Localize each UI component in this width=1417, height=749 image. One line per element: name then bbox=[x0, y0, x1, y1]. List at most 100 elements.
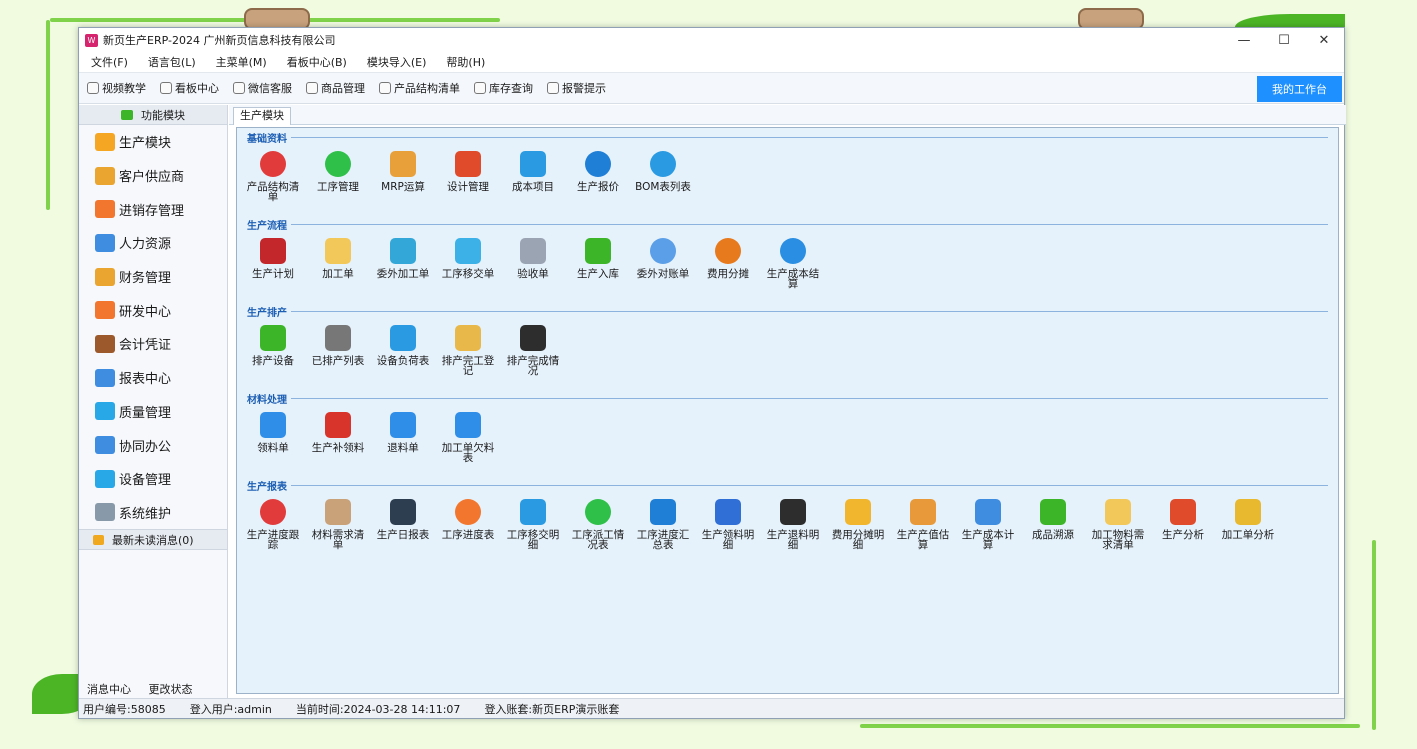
module-shortcut[interactable]: MRP运算 bbox=[373, 145, 433, 192]
icon-row: 生产进度跟踪 材料需求清单 生产日报表 工序进度表 工序移交明细 工序派工情况表 工序进度汇… bbox=[247, 493, 1328, 553]
module-shortcut[interactable]: 工序进度表 bbox=[438, 493, 498, 540]
unread-messages[interactable]: 最新未读消息(0) bbox=[79, 529, 227, 551]
module-shortcut[interactable]: 委外对账单 bbox=[633, 232, 693, 279]
toolbar-product-management[interactable]: 商品管理 bbox=[306, 80, 365, 96]
module-shortcut-icon bbox=[260, 238, 286, 264]
status-user: 登入用户:admin bbox=[189, 702, 272, 716]
module-shortcut[interactable]: 生产产值估算 bbox=[893, 493, 953, 550]
maximize-button[interactable]: ☐ bbox=[1264, 33, 1304, 48]
module-shortcut[interactable]: 退料单 bbox=[373, 406, 433, 453]
module-shortcut[interactable]: 已排产列表 bbox=[308, 319, 368, 366]
module-shortcut[interactable]: 工序管理 bbox=[308, 145, 368, 192]
module-shortcut[interactable]: 费用分摊 bbox=[698, 232, 758, 279]
module-shortcut[interactable]: 领料单 bbox=[243, 406, 303, 453]
module-shortcut[interactable]: 生产入库 bbox=[568, 232, 628, 279]
module-shortcut[interactable]: 排产完成情况 bbox=[503, 319, 563, 376]
close-button[interactable]: ✕ bbox=[1304, 33, 1344, 48]
section-title: 材料处理 bbox=[247, 391, 1328, 406]
sidebar-item[interactable]: 报表中心 bbox=[79, 361, 227, 395]
module-shortcut[interactable]: 产品结构清单 bbox=[243, 145, 303, 202]
module-shortcut-label: 费用分摊明细 bbox=[831, 529, 885, 551]
module-shortcut-label: 材料需求清单 bbox=[311, 529, 365, 551]
module-shortcut[interactable]: 排产完工登记 bbox=[438, 319, 498, 376]
icon-row: 生产计划 加工单 委外加工单 工序移交单 验收单 生产入库 委外对账单 费用分摊 生产成本结算 bbox=[247, 232, 1328, 292]
module-shortcut-icon bbox=[845, 499, 871, 525]
module-shortcut[interactable]: BOM表列表 bbox=[633, 145, 693, 192]
module-shortcut[interactable]: 加工单 bbox=[308, 232, 368, 279]
module-icon bbox=[95, 436, 115, 455]
module-shortcut[interactable]: 生产退料明细 bbox=[763, 493, 823, 550]
module-shortcut-label: 生产领料明细 bbox=[701, 529, 755, 551]
module-shortcut[interactable]: 生产补领料 bbox=[308, 406, 368, 453]
module-shortcut[interactable]: 工序移交单 bbox=[438, 232, 498, 279]
module-shortcut[interactable]: 生产报价 bbox=[568, 145, 628, 192]
module-shortcut[interactable]: 生产日报表 bbox=[373, 493, 433, 540]
sidebar-item[interactable]: 设备管理 bbox=[79, 462, 227, 496]
module-shortcut[interactable]: 生产计划 bbox=[243, 232, 303, 279]
menu-language[interactable]: 语言包(L) bbox=[148, 54, 196, 70]
module-shortcut-icon bbox=[975, 499, 1001, 525]
module-shortcut[interactable]: 设计管理 bbox=[438, 145, 498, 192]
sidebar-bottom-links: 消息中心 更改状态 bbox=[87, 681, 207, 697]
menu-board[interactable]: 看板中心(B) bbox=[287, 54, 347, 70]
module-icon bbox=[95, 469, 115, 488]
toolbar-bom-list[interactable]: 产品结构清单 bbox=[379, 80, 460, 96]
module-shortcut[interactable]: 排产设备 bbox=[243, 319, 303, 366]
message-center-link[interactable]: 消息中心 bbox=[87, 683, 131, 696]
module-shortcut[interactable]: 生产成本结算 bbox=[763, 232, 823, 289]
status-bar: 用户编号:58085 登入用户:admin 当前时间:2024-03-28 14… bbox=[79, 698, 1344, 718]
sidebar-item[interactable]: 客户供应商 bbox=[79, 159, 227, 193]
menu-file[interactable]: 文件(F) bbox=[91, 54, 128, 70]
sidebar-item[interactable]: 质量管理 bbox=[79, 395, 227, 429]
sidebar-item-label: 设备管理 bbox=[119, 473, 172, 489]
menu-main[interactable]: 主菜单(M) bbox=[216, 54, 267, 70]
toolbar-board-center[interactable]: 看板中心 bbox=[160, 80, 219, 96]
module-shortcut-icon bbox=[260, 151, 286, 177]
module-shortcut-label: 成品溯源 bbox=[1032, 529, 1074, 541]
toolbar-wechat-service[interactable]: 微信客服 bbox=[233, 80, 292, 96]
module-shortcut[interactable]: 生产成本计算 bbox=[958, 493, 1018, 550]
module-shortcut[interactable]: 成品溯源 bbox=[1023, 493, 1083, 540]
module-shortcut[interactable]: 生产领料明细 bbox=[698, 493, 758, 550]
module-shortcut[interactable]: 验收单 bbox=[503, 232, 563, 279]
module-shortcut-icon bbox=[455, 238, 481, 264]
sidebar-item[interactable]: 会计凭证 bbox=[79, 327, 227, 361]
sidebar-item[interactable]: 研发中心 bbox=[79, 293, 227, 327]
module-shortcut-label: 生产成本结算 bbox=[766, 268, 820, 290]
module-shortcut[interactable]: 工序进度汇总表 bbox=[633, 493, 693, 550]
module-shortcut[interactable]: 设备负荷表 bbox=[373, 319, 433, 366]
window-controls: — ☐ ✕ bbox=[1224, 33, 1344, 48]
tab-production-module[interactable]: 生产模块 bbox=[233, 107, 291, 125]
module-shortcut[interactable]: 委外加工单 bbox=[373, 232, 433, 279]
sidebar-item[interactable]: 协同办公 bbox=[79, 428, 227, 462]
menu-help[interactable]: 帮助(H) bbox=[446, 54, 485, 70]
sidebar-item[interactable]: 人力资源 bbox=[79, 226, 227, 260]
module-shortcut-label: 委外加工单 bbox=[376, 268, 430, 280]
minimize-button[interactable]: — bbox=[1224, 33, 1264, 48]
sidebar-item-label: 生产模块 bbox=[119, 136, 172, 152]
sidebar-item[interactable]: 财务管理 bbox=[79, 260, 227, 294]
module-shortcut[interactable]: 生产分析 bbox=[1153, 493, 1213, 540]
my-workbench-button[interactable]: 我的工作台 bbox=[1257, 76, 1342, 102]
module-shortcut[interactable]: 加工单分析 bbox=[1218, 493, 1278, 540]
change-status-link[interactable]: 更改状态 bbox=[149, 683, 193, 696]
toolbar-alarm[interactable]: 报警提示 bbox=[547, 80, 606, 96]
sidebar-item[interactable]: 生产模块 bbox=[79, 125, 227, 159]
module-shortcut[interactable]: 费用分摊明细 bbox=[828, 493, 888, 550]
sidebar-item[interactable]: 进销存管理 bbox=[79, 192, 227, 226]
menu-module-import[interactable]: 模块导入(E) bbox=[367, 54, 427, 70]
toolbar-video-tutorial[interactable]: 视频教学 bbox=[87, 80, 146, 96]
module-shortcut[interactable]: 加工单欠料表 bbox=[438, 406, 498, 463]
sidebar-item[interactable]: 系统维护 bbox=[79, 496, 227, 530]
module-shortcut[interactable]: 工序派工情况表 bbox=[568, 493, 628, 550]
module-shortcut-label: 生产分析 bbox=[1162, 529, 1204, 541]
module-shortcut[interactable]: 加工物料需求清单 bbox=[1088, 493, 1148, 550]
sidebar-item-label: 会计凭证 bbox=[119, 338, 172, 354]
module-icon bbox=[95, 368, 115, 387]
module-shortcut[interactable]: 成本项目 bbox=[503, 145, 563, 192]
toolbar-inventory-query[interactable]: 库存查询 bbox=[474, 80, 533, 96]
module-shortcut[interactable]: 生产进度跟踪 bbox=[243, 493, 303, 550]
module-shortcut[interactable]: 工序移交明细 bbox=[503, 493, 563, 550]
sidebar-item-label: 财务管理 bbox=[119, 271, 172, 287]
module-shortcut[interactable]: 材料需求清单 bbox=[308, 493, 368, 550]
